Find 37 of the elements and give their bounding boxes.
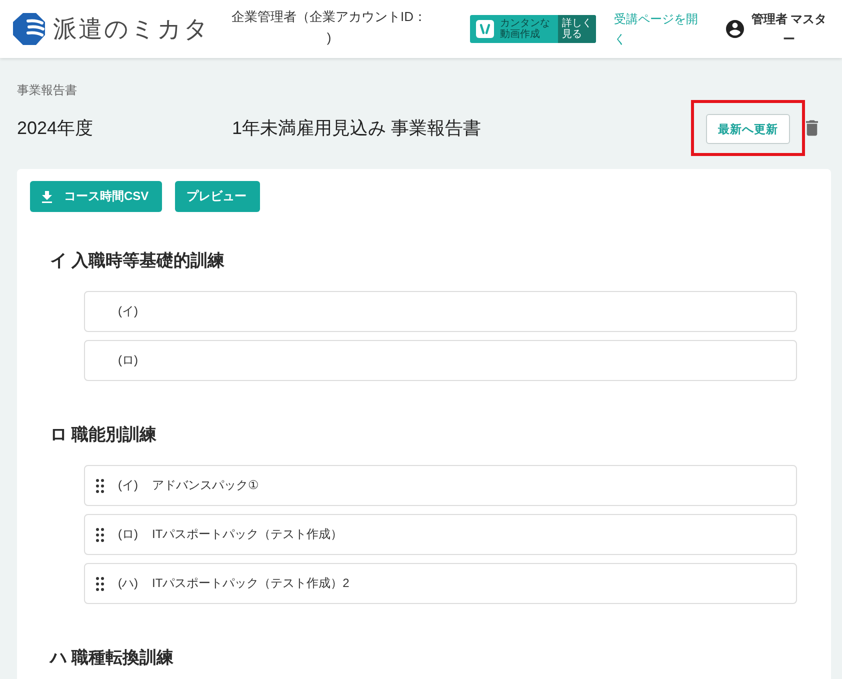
drag-handle-icon[interactable] bbox=[96, 576, 104, 590]
drag-handle-icon[interactable] bbox=[96, 478, 104, 492]
report-title: 1年未満雇用見込み 事業報告書 bbox=[232, 117, 482, 140]
account-icon bbox=[726, 20, 744, 38]
account-label: 企業管理者（企業アカウントID： ) bbox=[230, 8, 428, 47]
promo-text: カンタンな動画作成 bbox=[500, 18, 551, 40]
course-row[interactable]: (イ) bbox=[84, 291, 797, 332]
promo-banner[interactable]: カンタンな動画作成 詳しく見る bbox=[470, 15, 596, 43]
row-number: (イ) bbox=[118, 477, 138, 494]
video-app-icon bbox=[476, 20, 494, 38]
course-title: アドバンスパック① bbox=[152, 477, 259, 494]
course-title: ITパスポートパック（テスト作成） bbox=[152, 526, 343, 543]
drag-handle-icon[interactable] bbox=[96, 528, 104, 542]
section-heading: ハ 職種転換訓練 bbox=[50, 647, 174, 669]
row-number: (ロ) bbox=[118, 526, 138, 543]
logo-icon bbox=[12, 12, 46, 46]
download-icon bbox=[42, 190, 52, 202]
breadcrumb: 事業報告書 bbox=[17, 82, 77, 98]
user-name: 管理者 マスター bbox=[750, 11, 828, 48]
course-title: ITパスポートパック（テスト作成）2 bbox=[152, 575, 350, 592]
more-button[interactable]: 詳しく見る bbox=[558, 15, 596, 43]
trash-icon[interactable] bbox=[806, 120, 818, 136]
preview-button[interactable]: プレビュー bbox=[174, 181, 260, 212]
course-row[interactable]: (ハ) ITパスポートパック（テスト作成）2 bbox=[84, 563, 797, 604]
course-row[interactable]: (イ) アドバンスパック① bbox=[84, 465, 797, 506]
course-row[interactable]: (ロ) ITパスポートパック（テスト作成） bbox=[84, 514, 797, 555]
row-number: (イ) bbox=[118, 303, 138, 320]
csv-download-button[interactable]: コース時間CSV bbox=[30, 181, 162, 212]
fiscal-year: 2024年度 bbox=[17, 117, 94, 140]
row-number: (ロ) bbox=[118, 352, 138, 369]
course-page-link[interactable]: 受講ページを開く bbox=[614, 9, 702, 49]
course-row[interactable]: (ロ) bbox=[84, 340, 797, 381]
logo-text: 派遣のミカタ bbox=[53, 15, 210, 45]
section-heading: ロ 職能別訓練 bbox=[50, 424, 157, 446]
refresh-button[interactable]: 最新へ更新 bbox=[706, 114, 790, 144]
section-heading: イ 入職時等基礎的訓練 bbox=[50, 250, 225, 272]
row-number: (ハ) bbox=[118, 575, 138, 592]
